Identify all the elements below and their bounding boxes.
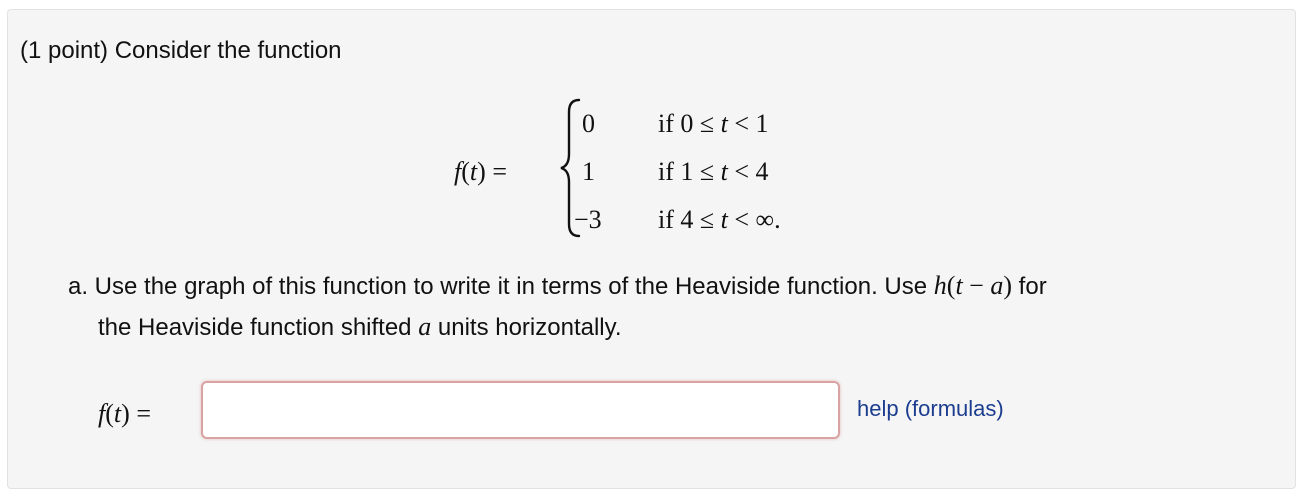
piece-value: 1 xyxy=(582,157,595,186)
shift-a: a xyxy=(418,312,432,341)
piece-condition: if 4 ≤ t < ∞. xyxy=(658,205,781,234)
part-a-line2: the Heaviside function shifted a units h… xyxy=(98,312,622,341)
paren-close: ) xyxy=(477,157,486,186)
heaviside-h: h xyxy=(933,271,947,300)
answer-label: f(t) = xyxy=(98,399,151,428)
help-formulas-link[interactable]: help (formulas) xyxy=(857,394,1004,424)
part-a-prompt: a. Use the graph of this function to wri… xyxy=(68,266,1268,348)
equals-sign: = xyxy=(492,157,507,186)
problem-container: (1 point) Consider the function f(t) = 0… xyxy=(7,9,1296,489)
piece-condition: if 0 ≤ t < 1 xyxy=(658,109,769,138)
piece-value: −3 xyxy=(574,205,602,234)
paren-open: ( xyxy=(461,157,470,186)
answer-input[interactable] xyxy=(201,381,840,439)
problem-intro: (1 point) Consider the function xyxy=(20,37,342,64)
piece-value: 0 xyxy=(582,109,595,138)
function-lhs: f(t) = xyxy=(454,156,507,188)
piece-condition: if 1 ≤ t < 4 xyxy=(658,157,769,186)
